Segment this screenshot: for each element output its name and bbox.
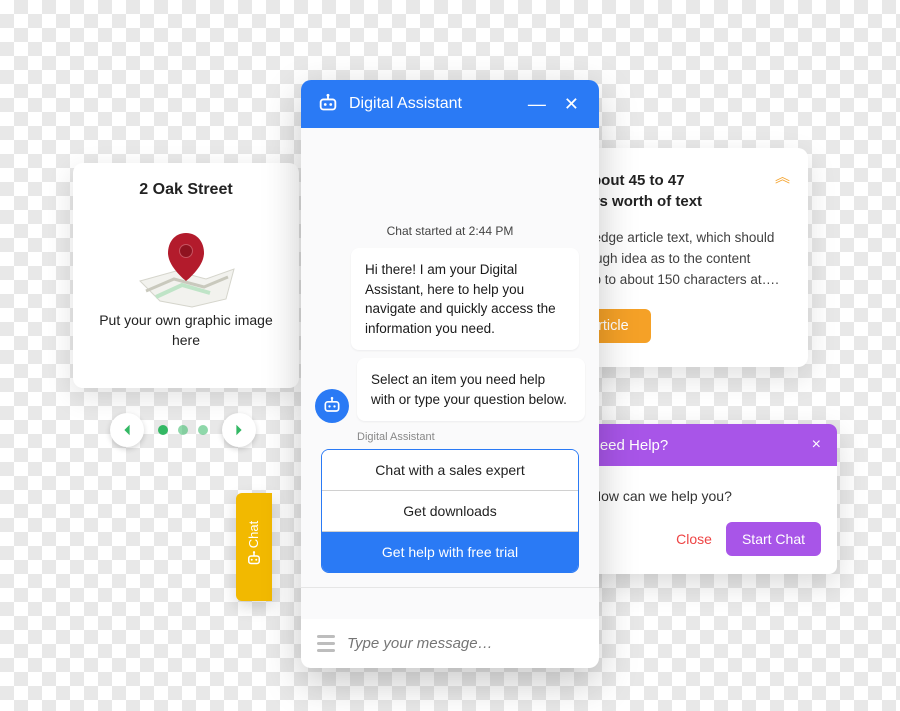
chat-header: Digital Assistant — ✕	[301, 80, 599, 128]
carousel-dot[interactable]	[178, 425, 188, 435]
close-icon[interactable]: ×	[812, 436, 821, 454]
chat-started-label: Chat started at 2:44 PM	[315, 224, 585, 238]
chat-option-trial[interactable]: Get help with free trial	[322, 532, 578, 572]
chat-option-downloads[interactable]: Get downloads	[322, 491, 578, 532]
carousel-dot[interactable]	[198, 425, 208, 435]
chevron-left-icon	[120, 423, 134, 437]
help-header-title: Need Help?	[589, 437, 668, 454]
chat-input[interactable]	[347, 635, 583, 652]
chat-side-tab[interactable]: Chat	[236, 493, 272, 601]
chat-options: Chat with a sales expert Get downloads G…	[321, 449, 579, 573]
bot-icon	[317, 93, 339, 115]
carousel-next-button[interactable]	[222, 413, 256, 447]
chat-message: Hi there! I am your Digital Assistant, h…	[351, 248, 579, 350]
map-card: 2 Oak Street Put your own graphic image …	[73, 163, 299, 388]
chat-body: Chat started at 2:44 PM Hi there! I am y…	[301, 128, 599, 619]
minimize-button[interactable]: —	[524, 94, 550, 115]
carousel-dot[interactable]	[158, 425, 168, 435]
sender-label: Digital Assistant	[357, 431, 585, 443]
chevron-right-icon	[232, 423, 246, 437]
help-widget: Need Help? × How can we help you? Close …	[573, 424, 837, 574]
map-card-title: 2 Oak Street	[139, 181, 232, 199]
chat-option-sales[interactable]: Chat with a sales expert	[322, 450, 578, 491]
close-button[interactable]: ✕	[560, 94, 583, 115]
help-actions: Close Start Chat	[573, 514, 837, 574]
chat-tab-label: Chat	[247, 520, 262, 547]
bot-avatar	[315, 389, 349, 423]
map-graphic	[126, 221, 246, 311]
map-card-caption: Put your own graphic image here	[87, 311, 285, 350]
chat-message: Select an item you need help with or typ…	[357, 358, 585, 421]
collapse-icon[interactable]: ︽	[775, 166, 790, 187]
menu-icon[interactable]	[317, 635, 335, 652]
help-close-button[interactable]: Close	[676, 531, 712, 547]
start-chat-button[interactable]: Start Chat	[726, 522, 821, 556]
chat-window: Digital Assistant — ✕ Chat started at 2:…	[301, 80, 599, 668]
help-body: How can we help you?	[573, 466, 837, 514]
chat-header-title: Digital Assistant	[349, 95, 514, 113]
carousel-dots	[158, 425, 208, 435]
chat-input-row	[301, 619, 599, 668]
carousel-nav	[110, 413, 256, 447]
carousel-prev-button[interactable]	[110, 413, 144, 447]
help-header: Need Help? ×	[573, 424, 837, 466]
bot-icon	[322, 396, 342, 416]
bot-icon	[245, 550, 263, 568]
